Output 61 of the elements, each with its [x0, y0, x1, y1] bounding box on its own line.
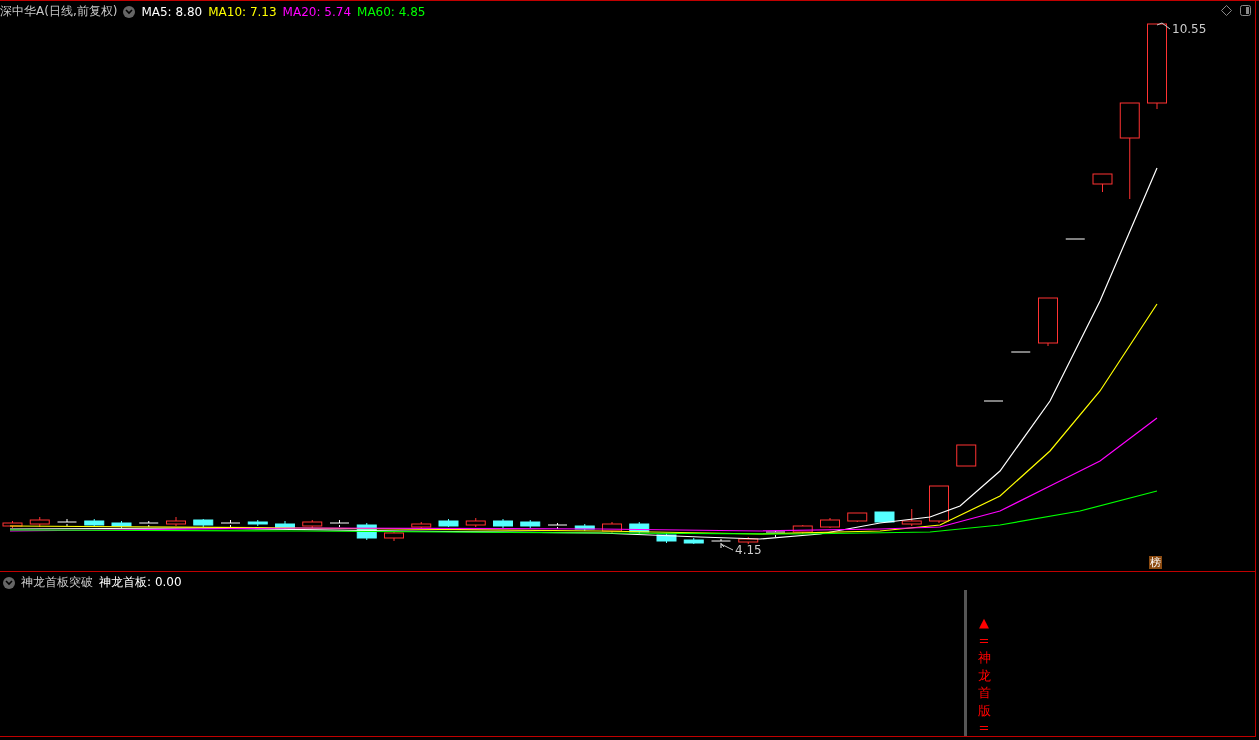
moving-average-label: MA10: 7.13 [208, 4, 277, 19]
moving-average-label: MA60: 4.85 [357, 4, 426, 19]
ranking-badge[interactable]: 榜 [1149, 556, 1162, 569]
candlestick [929, 485, 949, 524]
candlestick [1010, 351, 1031, 353]
candlestick [847, 512, 868, 523]
candlestick [901, 508, 922, 527]
candlestick [493, 518, 513, 529]
dropdown-toggle[interactable] [3, 576, 15, 589]
candlestick [193, 518, 214, 528]
candlestick [247, 519, 268, 527]
candlestick [956, 444, 977, 467]
candlestick [983, 400, 1004, 402]
candlestick [84, 518, 105, 528]
candlestick [874, 511, 895, 524]
panel-toggle-icon[interactable] [1240, 5, 1251, 16]
candlestick [656, 532, 677, 544]
candlestick [220, 519, 241, 528]
candlestick [57, 518, 77, 527]
candlestick [711, 538, 731, 549]
signal-symbol: = [978, 719, 990, 737]
candlestick [111, 520, 132, 529]
candlestick [302, 519, 323, 529]
candlestick [520, 519, 541, 529]
candlestick [166, 516, 186, 527]
moving-average-label: MA20: 5.74 [282, 4, 352, 19]
candlestick [547, 522, 568, 530]
price-label: 4.15 [735, 543, 762, 557]
price-label: 10.55 [1172, 22, 1207, 36]
leader-line [720, 543, 734, 551]
candlestick [629, 521, 650, 535]
chevron-down-icon [5, 579, 13, 586]
candlestick [465, 517, 486, 528]
candlestick [411, 521, 432, 530]
signal-text: 神龙首版 [977, 649, 991, 720]
candlestick [683, 537, 704, 545]
candlestick [820, 517, 840, 529]
dropdown-toggle[interactable] [123, 5, 136, 18]
indicator-reading: 神龙首板: 0.00 [99, 574, 182, 591]
candlestick [1065, 238, 1086, 240]
candlestick [765, 530, 786, 538]
signal-marker: ▲ [979, 614, 989, 632]
candlestick [738, 536, 759, 545]
candlestick [384, 530, 404, 542]
candlestick [138, 520, 159, 528]
candlestick [329, 519, 350, 528]
leader-line [1156, 22, 1171, 30]
candlestick [1092, 173, 1113, 193]
candlestick [275, 520, 295, 530]
candlestick [602, 521, 622, 534]
diamond-icon[interactable] [1221, 5, 1232, 16]
moving-average-label: MA5: 8.80 [141, 4, 203, 19]
chevron-down-icon [125, 8, 134, 15]
candlestick [438, 518, 459, 528]
candlestick [29, 516, 50, 528]
candlestick [792, 524, 813, 535]
indicator-name: 神龙首板突破 [21, 574, 93, 591]
signal-symbol: = [978, 631, 990, 650]
candlestick [1038, 297, 1058, 347]
chart-title: 深中华A(日线,前复权) [0, 3, 118, 20]
candlestick [2, 520, 23, 529]
